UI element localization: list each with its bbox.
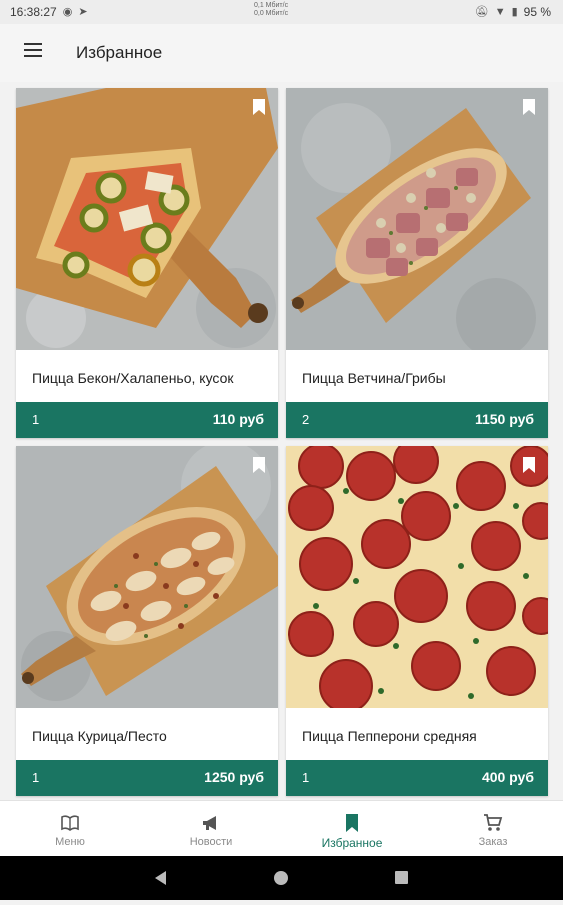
product-card[interactable]: Пицца Бекон/Халапеньо, кусок 1 110 руб [16, 88, 278, 438]
app-bar: Избранное [0, 24, 563, 82]
bookmark-icon[interactable] [252, 456, 266, 474]
status-bar: 16:38:27 ◉ ➤ 0,1 Мбит/с 0,0 Мбит/с 🔕︎ ▼ … [0, 0, 563, 24]
product-qty: 2 [302, 412, 310, 427]
order-bar[interactable]: 2 1150 руб [286, 402, 548, 438]
book-icon [61, 815, 79, 831]
product-price: 400 руб [481, 769, 534, 785]
bookmark-icon [346, 814, 358, 832]
mute-icon: 🔕︎ [474, 6, 489, 18]
home-icon[interactable] [274, 871, 288, 885]
nav-label: Избранное [321, 836, 383, 850]
product-image [16, 446, 278, 708]
product-card[interactable]: Пицца Курица/Песто 1 1250 руб [16, 446, 278, 796]
bookmark-icon[interactable] [522, 98, 536, 116]
back-icon[interactable] [155, 871, 166, 885]
nav-order[interactable]: Заказ [423, 801, 563, 857]
hamburger-menu-icon[interactable] [24, 43, 44, 61]
product-name: Пицца Пепперони средняя [302, 728, 477, 744]
bottom-navigation: Меню Новости Избранное Заказ [0, 800, 563, 857]
nav-label: Заказ [478, 836, 508, 848]
product-name: Пицца Курица/Песто [32, 728, 167, 744]
nav-menu[interactable]: Меню [0, 801, 140, 857]
battery-icon: ▮ [511, 6, 518, 18]
order-bar[interactable]: 1 110 руб [16, 402, 278, 438]
page-title: Избранное [76, 43, 163, 62]
product-price: 1250 руб [204, 769, 264, 785]
status-time: 16:38:27 [10, 5, 57, 19]
megaphone-icon [203, 816, 216, 830]
recents-icon[interactable] [395, 871, 408, 884]
product-image [286, 446, 548, 708]
product-name: Пицца Бекон/Халапеньо, кусок [32, 370, 234, 386]
net-speed-down: 0,0 Мбит/с [254, 10, 289, 17]
product-qty: 1 [302, 770, 310, 785]
cart-icon [484, 814, 503, 831]
nav-label: Новости [189, 836, 233, 848]
battery-level: 95 % [523, 5, 551, 19]
wifi-icon: ▼ [494, 6, 506, 18]
order-bar[interactable]: 1 400 руб [286, 760, 548, 796]
product-name: Пицца Ветчина/Грибы [302, 370, 446, 386]
product-image [286, 88, 548, 350]
order-bar[interactable]: 1 1250 руб [16, 760, 278, 796]
product-qty: 1 [32, 770, 40, 785]
telegram-icon: ➤ [78, 6, 88, 18]
product-price: 110 руб [212, 411, 264, 427]
product-price: 1150 руб [474, 411, 534, 427]
net-speed-up: 0,1 Мбит/с [254, 2, 289, 9]
nav-news[interactable]: Новости [141, 801, 281, 857]
product-card[interactable]: Пицца Пепперони средняя 1 400 руб [286, 446, 548, 796]
bookmark-icon[interactable] [522, 456, 536, 474]
location-icon: ◉ [62, 6, 73, 18]
system-navigation-bar [0, 856, 563, 900]
product-image [16, 88, 278, 350]
nav-label: Меню [55, 836, 85, 848]
product-card[interactable]: Пицца Ветчина/Грибы 2 1150 руб [286, 88, 548, 438]
product-qty: 1 [32, 412, 40, 427]
bookmark-icon[interactable] [252, 98, 266, 116]
nav-favorites[interactable]: Избранное [282, 801, 422, 857]
network-speed: 0,1 Мбит/с 0,0 Мбит/с [254, 2, 288, 18]
